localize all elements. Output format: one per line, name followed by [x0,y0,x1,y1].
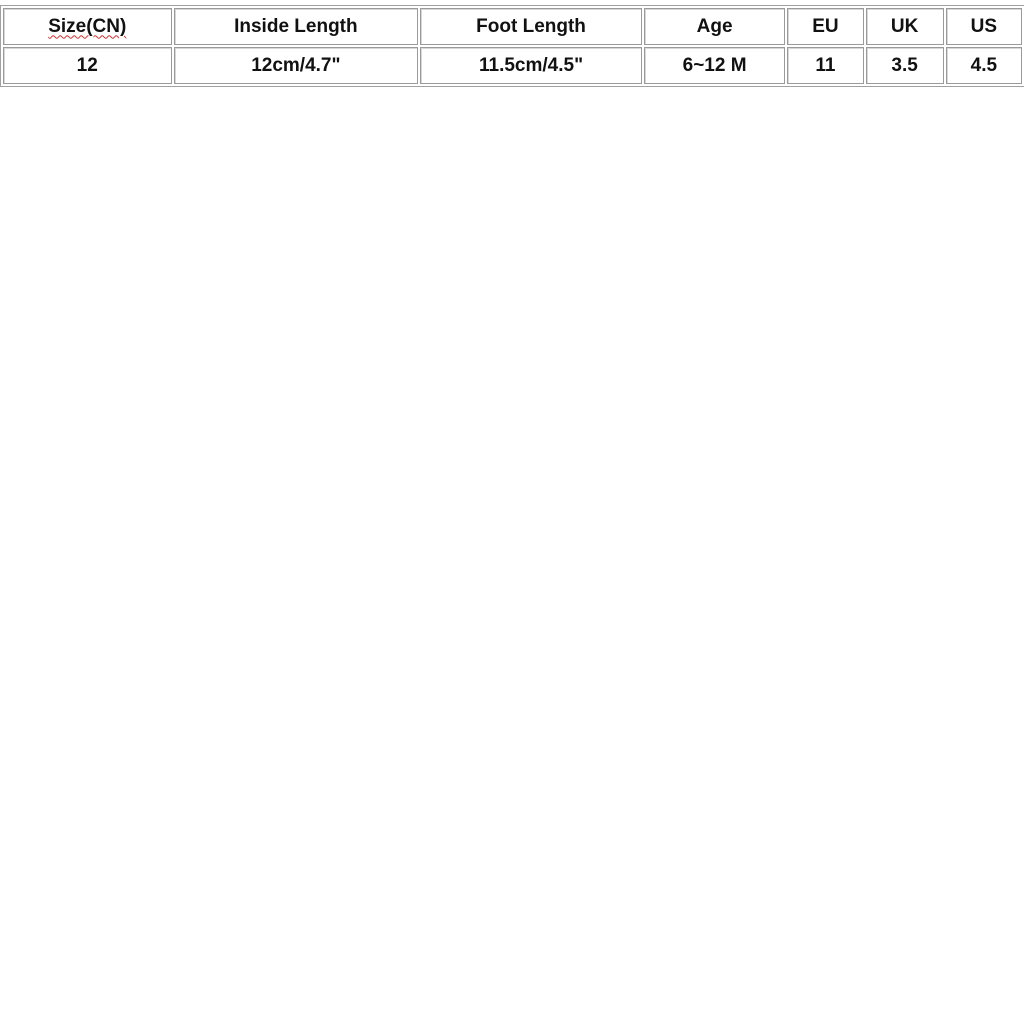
header-cell-uk: UK [865,8,944,45]
header-row: Size(CN) Inside Length Foot Length Age E… [3,8,1022,45]
cell-inside-length: 12cm/4.7" [173,47,419,84]
header-size-cn-label: Size(CN) [48,15,127,37]
table-row: 12 12cm/4.7" 11.5cm/4.5" 6~12 M 11 3.5 4… [3,47,1022,84]
cell-foot-length: 11.5cm/4.5" [420,47,642,84]
header-cell-size-cn: Size(CN) [3,8,172,45]
header-cell-inside-length: Inside Length [173,8,419,45]
cell-size-cn: 12 [3,47,172,84]
size-chart-table: Size(CN) Inside Length Foot Length Age E… [0,5,1024,87]
cell-age: 6~12 M [643,47,786,84]
header-cell-eu: EU [787,8,864,45]
cell-eu: 11 [787,47,864,84]
header-cell-age: Age [643,8,786,45]
cell-us: 4.5 [945,47,1022,84]
header-cell-foot-length: Foot Length [420,8,642,45]
header-cell-us: US [945,8,1022,45]
cell-uk: 3.5 [865,47,944,84]
